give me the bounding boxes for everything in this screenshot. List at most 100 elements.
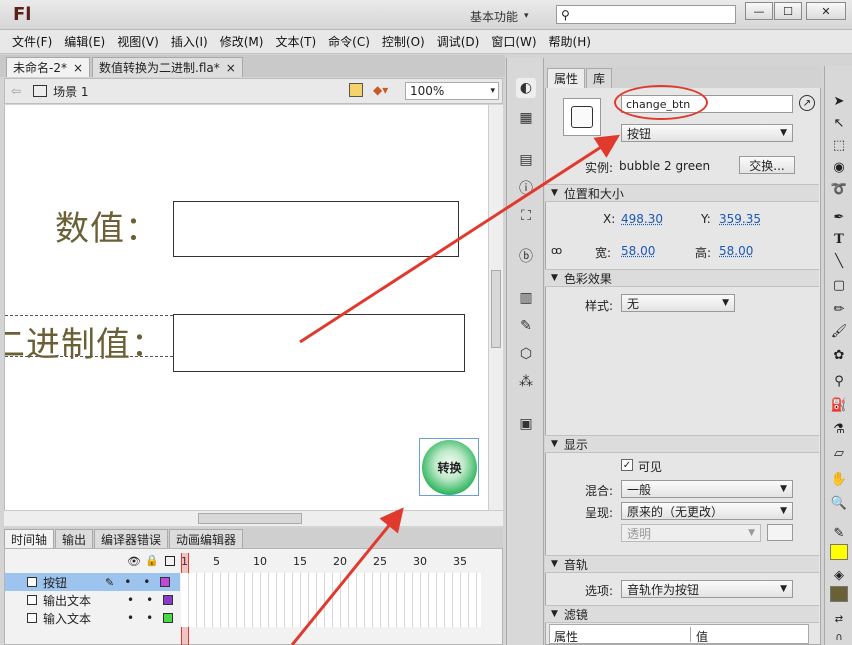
behaviors-icon[interactable]: ⓑ [516, 246, 536, 266]
layer-frames[interactable] [181, 609, 481, 627]
menu-item[interactable]: 命令(C) [322, 33, 376, 50]
section-position-size[interactable]: ▼ 位置和大小 [545, 184, 819, 202]
visible-checkbox[interactable]: ✓ [621, 459, 633, 471]
library-icon[interactable]: ▥ [516, 288, 536, 308]
render-select[interactable]: 原来的（无更改） ▼ [621, 502, 793, 520]
tab-output[interactable]: 输出 [55, 529, 94, 548]
bone-tool-icon[interactable]: ⚲ [830, 372, 848, 390]
project-icon[interactable]: ▣ [516, 414, 536, 434]
align-icon[interactable]: ▤ [516, 150, 536, 170]
zoom-select[interactable]: 100% ▾ [405, 82, 499, 100]
outline-icon[interactable] [165, 556, 175, 566]
visibility-dot[interactable]: • [127, 611, 134, 625]
selection-tool-icon[interactable]: ➤ [830, 92, 848, 110]
close-icon[interactable]: × [73, 61, 83, 75]
blend-select[interactable]: 一般 ▼ [621, 480, 793, 498]
tab-compiler-errors[interactable]: 编译器错误 [94, 529, 169, 548]
height-value[interactable]: 58.00 [719, 244, 753, 258]
back-arrow-icon[interactable]: ⇦ [11, 84, 21, 98]
visibility-dot[interactable]: • [124, 575, 131, 589]
y-value[interactable]: 359.35 [719, 212, 761, 226]
convert-button-selection[interactable]: 转换 [419, 438, 479, 496]
hand-tool-icon[interactable]: ✋ [830, 470, 848, 488]
stroke-color-swatch[interactable] [830, 544, 848, 560]
search-input[interactable]: ⚲ [556, 5, 736, 24]
layer-row[interactable]: 按钮 ✎ • • [5, 573, 180, 591]
line-tool-icon[interactable]: ╲ [830, 252, 848, 270]
tab-binary-fla[interactable]: 数值转换为二进制.fla* × [92, 57, 243, 77]
eye-icon[interactable]: 👁 [127, 555, 141, 568]
brush-tool-icon[interactable]: 🖌 [830, 322, 848, 340]
section-display[interactable]: ▼ 显示 [545, 435, 819, 453]
script-icon[interactable]: ✎ [516, 316, 536, 336]
lock-dot[interactable]: • [143, 575, 150, 589]
edit-scene-icon[interactable] [349, 83, 363, 97]
stage-horizontal-scrollbar[interactable] [4, 510, 503, 526]
motion-presets-icon[interactable]: ⁂ [516, 372, 536, 392]
menu-item[interactable]: 控制(O) [376, 33, 431, 50]
style-select[interactable]: 无 ▼ [621, 294, 735, 312]
layer-color-swatch[interactable] [160, 577, 171, 587]
fill-color-icon[interactable]: ◈ [830, 566, 848, 584]
3d-rotation-tool-icon[interactable]: ◉ [830, 158, 848, 176]
transform-icon[interactable]: ⛶ [516, 206, 536, 226]
fill-color-swatch[interactable] [830, 586, 848, 602]
color-icon[interactable]: ◐ [516, 78, 536, 98]
subselection-tool-icon[interactable]: ↖ [830, 114, 848, 132]
layer-frames[interactable] [181, 573, 481, 591]
swatches-icon[interactable]: ▦ [516, 108, 536, 128]
menu-item[interactable]: 编辑(E) [58, 33, 111, 50]
stage-vertical-scrollbar[interactable] [488, 105, 503, 510]
binary-output-box[interactable] [173, 314, 465, 372]
tab-library[interactable]: 库 [586, 68, 613, 88]
layer-row[interactable]: 输入文本 • • [5, 609, 180, 627]
close-button[interactable]: ✕ [806, 2, 846, 20]
pen-tool-icon[interactable]: ✒ [830, 208, 848, 226]
tab-timeline[interactable]: 时间轴 [4, 529, 55, 548]
lasso-tool-icon[interactable]: ➰ [830, 180, 848, 198]
menu-item[interactable]: 调试(D) [431, 33, 486, 50]
background-color-swatch[interactable] [767, 524, 793, 541]
menu-item[interactable]: 插入(I) [165, 33, 214, 50]
lock-dot[interactable]: • [146, 611, 153, 625]
edit-symbol-icon[interactable]: ↗ [799, 95, 815, 111]
maximize-button[interactable]: ☐ [774, 2, 802, 20]
track-select[interactable]: 音轨作为按钮 ▼ [621, 580, 793, 598]
menu-item[interactable]: 修改(M) [214, 33, 270, 50]
pencil-tool-icon[interactable]: ✏ [830, 300, 848, 318]
menu-item[interactable]: 窗口(W) [485, 33, 542, 50]
layer-row[interactable]: 输出文本 • • [5, 591, 180, 609]
menu-item[interactable]: 视图(V) [111, 33, 165, 50]
section-filter[interactable]: ▼ 滤镜 [545, 605, 819, 623]
menu-item[interactable]: 文件(F) [6, 33, 58, 50]
section-color-effect[interactable]: ▼ 色彩效果 [545, 269, 819, 287]
layer-color-swatch[interactable] [163, 613, 174, 623]
convert-button[interactable]: 转换 [422, 440, 477, 495]
visibility-dot[interactable]: • [127, 593, 134, 607]
scroll-thumb[interactable] [198, 513, 302, 524]
paint-bucket-tool-icon[interactable]: ⛽ [830, 396, 848, 414]
snap-icon[interactable]: ∩ [830, 628, 848, 645]
zoom-tool-icon[interactable]: 🔍 [830, 494, 848, 512]
tab-untitled-2[interactable]: 未命名-2* × [6, 57, 91, 77]
link-icon[interactable]: ꝏ [551, 244, 562, 257]
value-input-box[interactable] [173, 201, 459, 257]
tab-motion-editor[interactable]: 动画编辑器 [169, 529, 244, 548]
lock-dot[interactable]: • [146, 593, 153, 607]
workspace-switcher[interactable]: 基本功能 ▾ [464, 6, 546, 26]
x-value[interactable]: 498.30 [621, 212, 663, 226]
tab-properties[interactable]: 属性 [547, 68, 586, 88]
eyedropper-tool-icon[interactable]: ⚗ [830, 420, 848, 438]
menu-item[interactable]: 帮助(H) [543, 33, 597, 50]
section-track[interactable]: ▼ 音轨 [545, 555, 819, 573]
layer-frames[interactable] [181, 591, 481, 609]
stroke-color-icon[interactable]: ✎ [830, 524, 848, 542]
lock-icon[interactable]: 🔒 [145, 554, 159, 567]
scroll-thumb[interactable] [491, 270, 501, 348]
rectangle-tool-icon[interactable]: ▢ [830, 276, 848, 294]
deco-tool-icon[interactable]: ✿ [830, 346, 848, 364]
swap-colors-icon[interactable]: ⇄ [830, 610, 848, 628]
close-icon[interactable]: × [226, 61, 236, 75]
info-icon[interactable]: ⓘ [516, 178, 536, 198]
menu-item[interactable]: 文本(T) [269, 33, 322, 50]
